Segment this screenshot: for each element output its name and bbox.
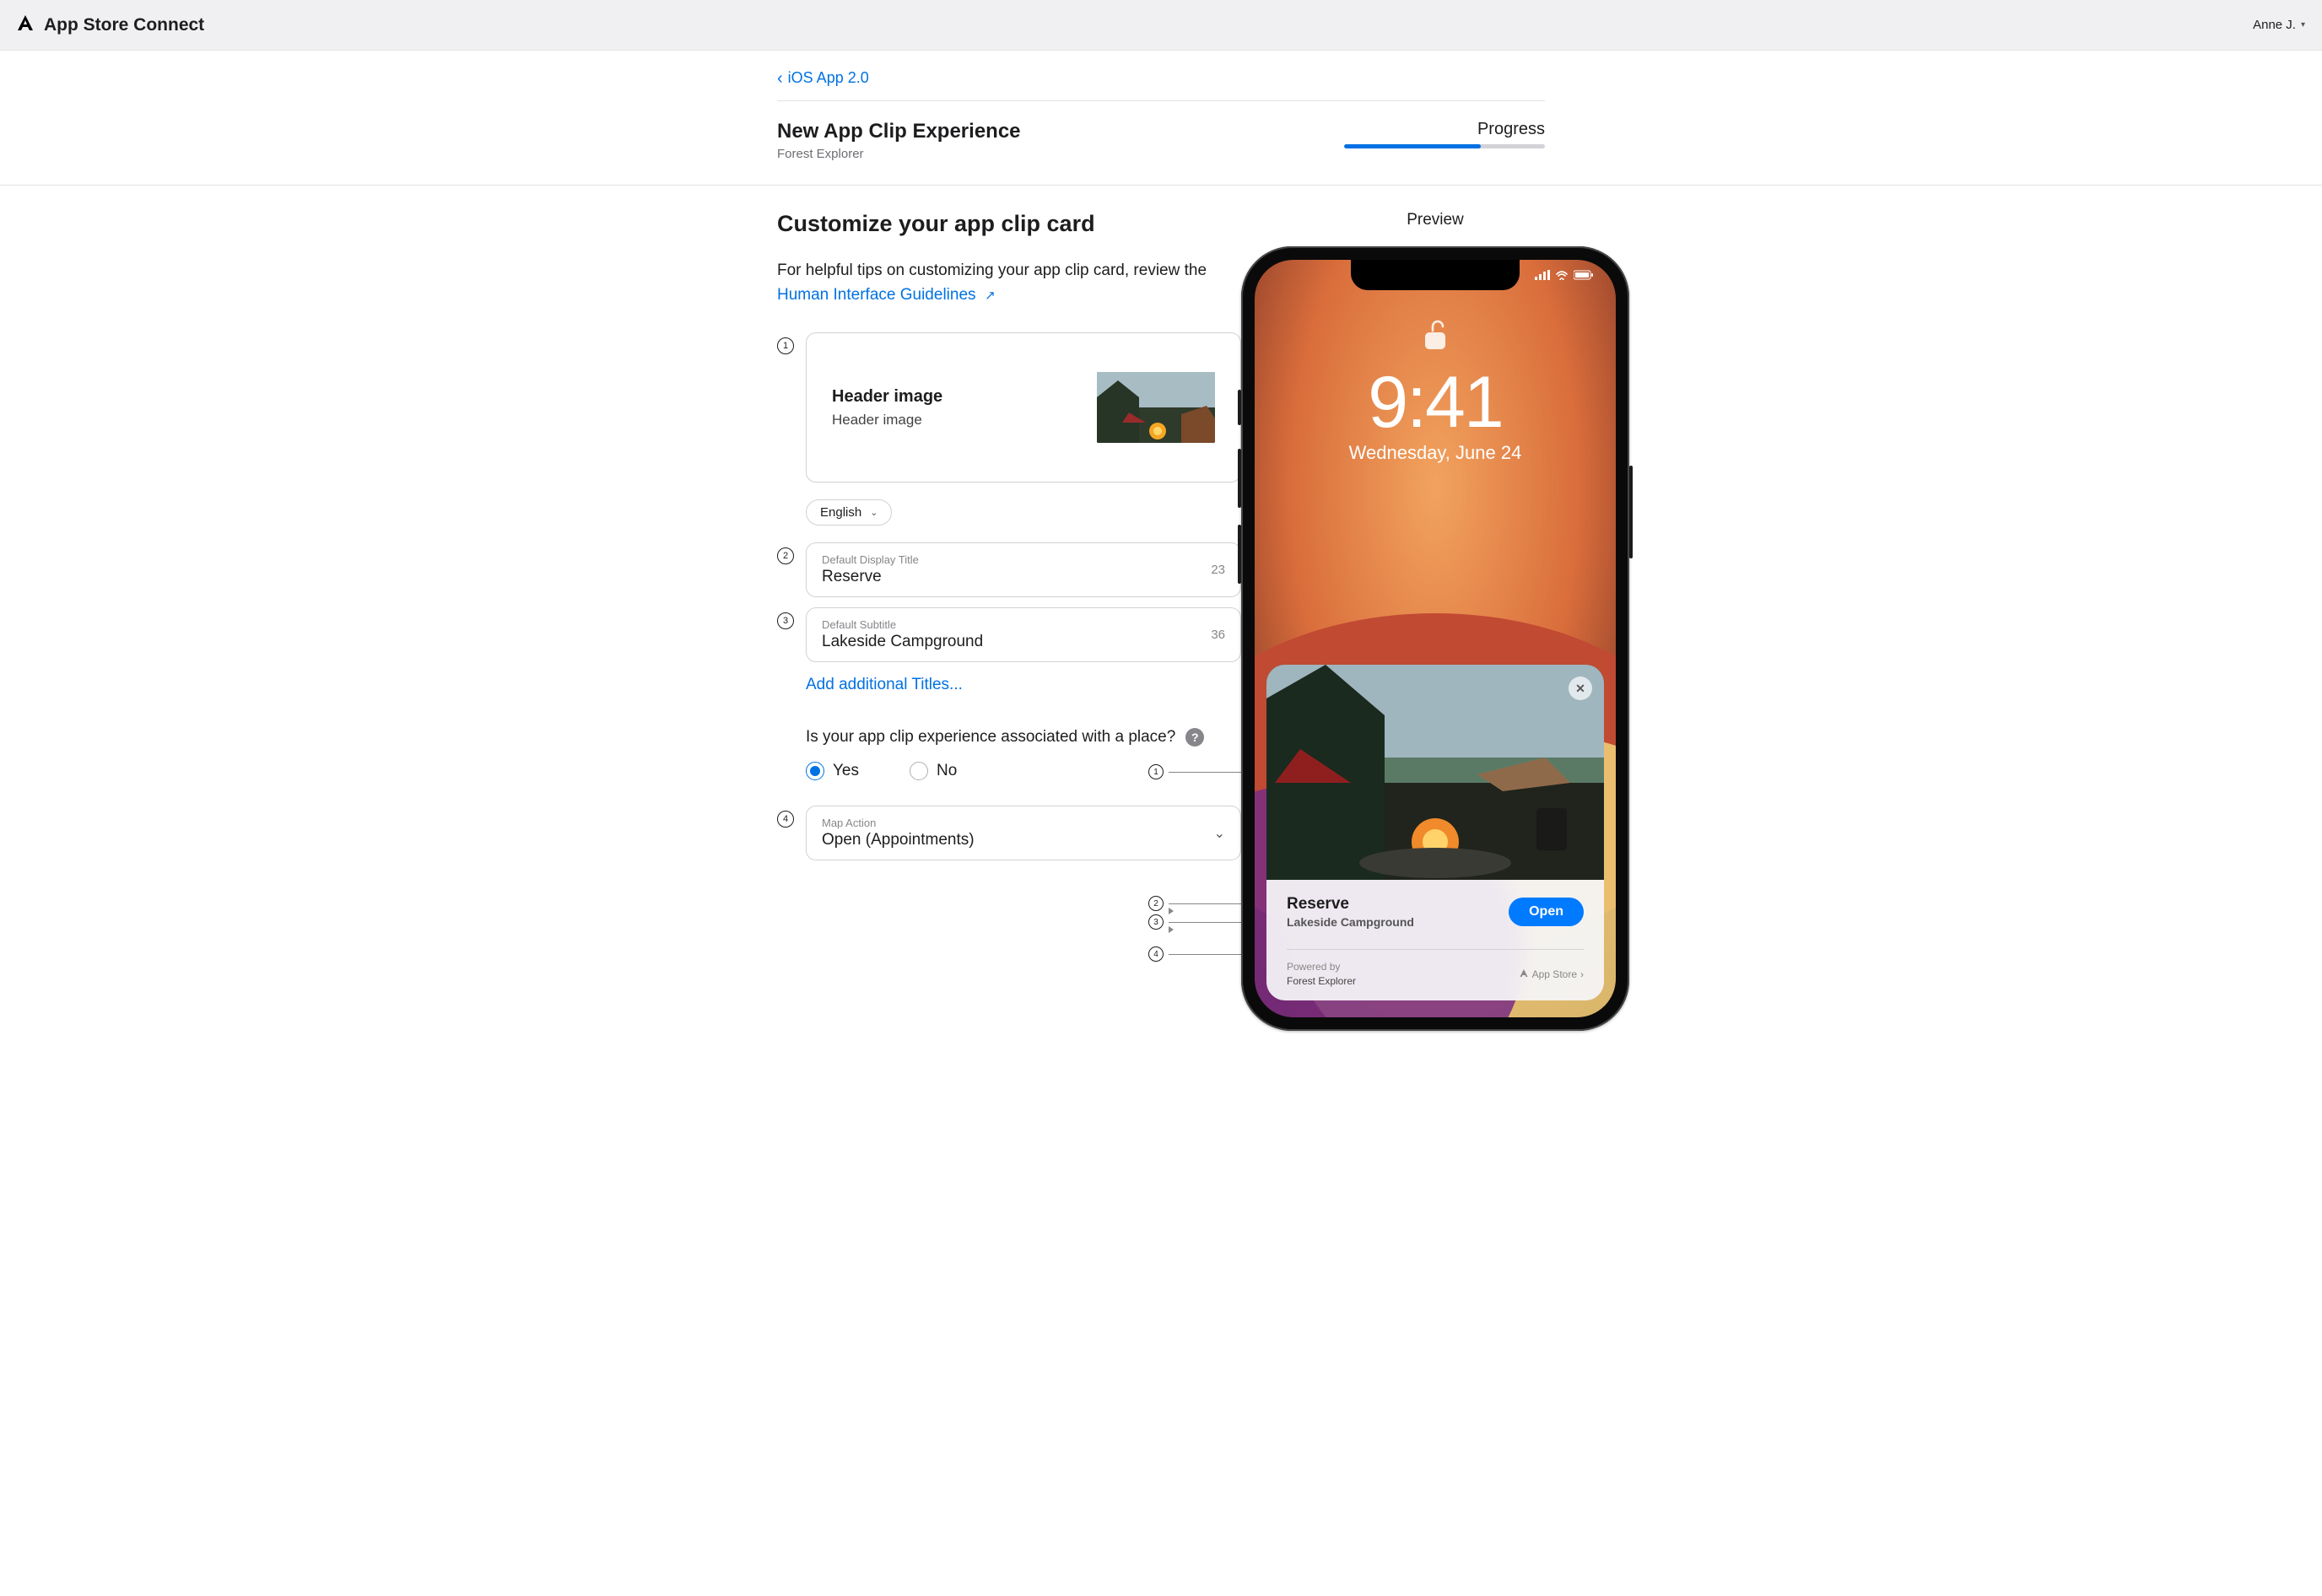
- chevron-down-icon: ▾: [2301, 20, 2305, 30]
- radio-no-label: No: [937, 762, 957, 780]
- back-link[interactable]: ‹ iOS App 2.0: [777, 69, 869, 87]
- annotation-1: 1: [1148, 764, 1250, 779]
- preview-label: Preview: [1241, 211, 1629, 229]
- subtitle-count: 36: [1211, 628, 1225, 642]
- add-titles-link[interactable]: Add additional Titles...: [777, 676, 963, 694]
- language-select[interactable]: English ⌄: [806, 499, 892, 526]
- hig-link[interactable]: Human Interface Guidelines ↗: [777, 286, 996, 304]
- place-question: Is your app clip experience associated w…: [806, 728, 1175, 747]
- topbar: App Store Connect Anne J. ▾: [0, 0, 2322, 51]
- header-image-thumbnail: [1097, 372, 1215, 443]
- step-badge-1: 1: [777, 337, 794, 354]
- app-clip-title: Reserve: [1287, 895, 1414, 914]
- powered-by-app: Forest Explorer: [1287, 974, 1356, 989]
- app-clip-card: ✕ Reserve Lakeside Campground Open: [1266, 665, 1604, 1000]
- app-store-link[interactable]: App Store ›: [1519, 968, 1584, 981]
- page-title: New App Clip Experience: [777, 120, 1021, 143]
- app-title: App Store Connect: [44, 15, 204, 35]
- user-menu[interactable]: Anne J. ▾: [2253, 18, 2305, 32]
- external-link-icon: ↗: [985, 288, 996, 303]
- lock-date: Wednesday, June 24: [1255, 442, 1616, 464]
- back-link-label: iOS App 2.0: [788, 69, 869, 87]
- map-action-select[interactable]: Map Action Open (Appointments) ⌄: [806, 806, 1241, 860]
- subtitle-label: Default Subtitle: [822, 618, 1201, 631]
- map-action-label: Map Action: [822, 817, 975, 829]
- header-image-card[interactable]: Header image Header image: [806, 332, 1241, 483]
- header-image-subtitle: Header image: [832, 412, 942, 429]
- display-title-label: Default Display Title: [822, 553, 1201, 566]
- radio-no[interactable]: No: [910, 762, 957, 780]
- app-clip-hero-image: ✕: [1266, 665, 1604, 880]
- status-bar: [1535, 270, 1594, 280]
- step-badge-3: 3: [777, 612, 794, 629]
- display-title-count: 23: [1211, 563, 1225, 577]
- divider: [777, 100, 1545, 101]
- chevron-down-icon: ⌄: [870, 507, 878, 518]
- step-badge-2: 2: [777, 547, 794, 564]
- chevron-left-icon: ‹: [777, 70, 783, 87]
- intro-text: For helpful tips on customizing your app…: [777, 259, 1207, 307]
- lock-time: 9:41: [1255, 366, 1616, 439]
- map-action-value: Open (Appointments): [822, 831, 975, 849]
- battery-icon: [1574, 270, 1594, 280]
- language-value: English: [820, 505, 861, 520]
- progress-label: Progress: [1344, 120, 1545, 139]
- chevron-down-icon: ⌄: [1214, 825, 1225, 842]
- subtitle-input[interactable]: [822, 633, 1201, 651]
- display-title-field[interactable]: Default Display Title 23: [806, 542, 1241, 597]
- phone-frame: 9:41 Wednesday, June 24: [1241, 246, 1629, 1031]
- help-icon[interactable]: ?: [1185, 728, 1204, 747]
- app-store-connect-logo-icon: [15, 13, 35, 37]
- subtitle-field[interactable]: Default Subtitle 36: [806, 607, 1241, 662]
- user-name: Anne J.: [2253, 18, 2296, 32]
- open-button[interactable]: Open: [1509, 898, 1584, 926]
- page-subtitle: Forest Explorer: [777, 147, 1021, 161]
- section-title: Customize your app clip card: [777, 211, 1241, 237]
- wifi-icon: [1555, 270, 1569, 280]
- app-store-label: App Store: [1532, 968, 1577, 980]
- step-badge-4: 4: [777, 811, 794, 828]
- app-store-icon: [1519, 968, 1529, 981]
- chevron-right-icon: ›: [1580, 968, 1584, 980]
- radio-yes[interactable]: Yes: [806, 762, 859, 780]
- app-clip-subtitle: Lakeside Campground: [1287, 915, 1414, 929]
- powered-by-label: Powered by: [1287, 960, 1356, 974]
- lock-icon: [1255, 319, 1616, 358]
- radio-yes-label: Yes: [833, 762, 859, 780]
- display-title-input[interactable]: [822, 568, 1201, 586]
- header-image-title: Header image: [832, 387, 942, 407]
- progress-bar: [1344, 144, 1545, 148]
- annotation-4: 4: [1148, 946, 1241, 962]
- signal-icon: [1535, 270, 1550, 280]
